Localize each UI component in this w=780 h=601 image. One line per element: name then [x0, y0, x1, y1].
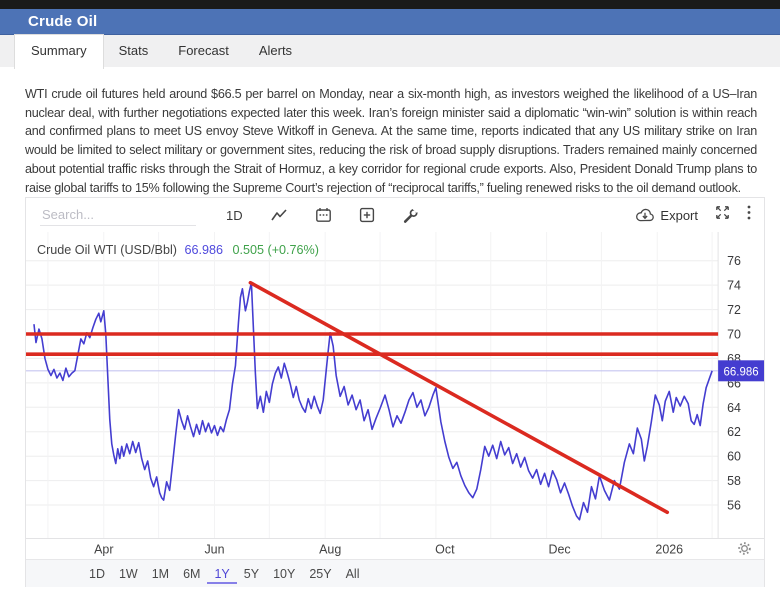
- range-selector: 1D 1W 1M 6M 1Y 5Y 10Y 25Y All: [26, 559, 764, 587]
- tab-forecast[interactable]: Forecast: [163, 35, 244, 67]
- chart-toolbar: 1D: [26, 198, 764, 232]
- tab-summary[interactable]: Summary: [14, 34, 104, 69]
- range-25y[interactable]: 25Y: [302, 563, 338, 584]
- export-button[interactable]: Export: [635, 208, 698, 223]
- y-tick-label: 56: [727, 498, 741, 512]
- trend-line: [250, 283, 667, 513]
- y-tick-label: 58: [727, 474, 741, 488]
- price-chart[interactable]: 5658606264666870727476AprJunAugOctDec202…: [26, 232, 764, 559]
- export-cloud-icon: [635, 208, 655, 223]
- chart-widget: 1D: [25, 197, 765, 587]
- range-1d[interactable]: 1D: [82, 563, 112, 584]
- range-all[interactable]: All: [339, 563, 367, 584]
- tab-alerts[interactable]: Alerts: [244, 35, 307, 67]
- x-tick-label: Apr: [94, 542, 113, 556]
- add-indicator-icon[interactable]: [359, 207, 375, 223]
- range-6m[interactable]: 6M: [176, 563, 207, 584]
- x-tick-label: Jun: [204, 542, 224, 556]
- interval-selector[interactable]: 1D: [226, 208, 243, 223]
- chart-area: 5658606264666870727476AprJunAugOctDec202…: [26, 232, 764, 559]
- export-label: Export: [660, 208, 698, 223]
- x-tick-label: Oct: [435, 542, 455, 556]
- range-1w[interactable]: 1W: [112, 563, 145, 584]
- x-tick-label: Dec: [548, 542, 570, 556]
- price-line: [34, 283, 712, 520]
- fullscreen-icon[interactable]: [715, 205, 730, 225]
- legend-title: Crude Oil WTI (USD/Bbl): [37, 243, 177, 257]
- tab-bar: Summary Stats Forecast Alerts: [0, 35, 780, 67]
- page-header: Crude Oil: [0, 9, 780, 35]
- y-tick-label: 62: [727, 425, 741, 439]
- line-chart-icon[interactable]: [270, 208, 288, 223]
- legend-change: 0.505 (+0.76%): [232, 243, 318, 257]
- page-title: Crude Oil: [0, 9, 780, 34]
- y-tick-label: 60: [727, 450, 741, 464]
- y-tick-label: 72: [727, 303, 741, 317]
- calendar-icon[interactable]: [315, 207, 332, 223]
- tools-wrench-icon[interactable]: [402, 207, 419, 224]
- y-tick-label: 74: [727, 279, 741, 293]
- range-1m[interactable]: 1M: [145, 563, 176, 584]
- y-tick-label: 76: [727, 254, 741, 268]
- toolbar-right-group: Export: [635, 205, 764, 225]
- kebab-menu-icon[interactable]: [747, 205, 751, 225]
- chart-legend: Crude Oil WTI (USD/Bbl) 66.986 0.505 (+0…: [37, 243, 319, 257]
- range-1y[interactable]: 1Y: [207, 563, 236, 584]
- chart-settings-gear-icon[interactable]: [737, 541, 752, 561]
- news-summary-text: WTI crude oil futures held around $66.5 …: [25, 85, 757, 197]
- x-tick-label: 2026: [655, 542, 683, 556]
- x-tick-label: Aug: [319, 542, 341, 556]
- y-tick-label: 64: [727, 401, 741, 415]
- legend-value: 66.986: [184, 243, 223, 257]
- current-price-label: 66.986: [724, 366, 759, 378]
- y-tick-label: 70: [727, 327, 741, 341]
- range-5y[interactable]: 5Y: [237, 563, 266, 584]
- browser-top-bar: [0, 0, 780, 9]
- search-input[interactable]: [40, 204, 196, 226]
- tab-stats[interactable]: Stats: [104, 35, 164, 67]
- range-10y[interactable]: 10Y: [266, 563, 302, 584]
